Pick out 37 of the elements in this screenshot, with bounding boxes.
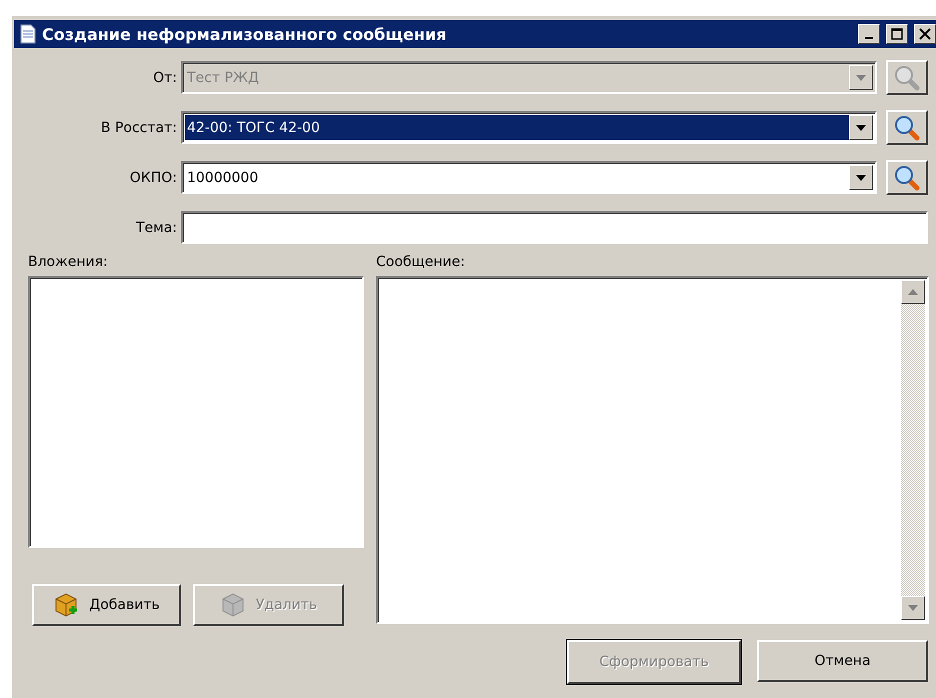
field-label: От: <box>152 70 178 86</box>
field-label: В Росстат: <box>100 120 178 136</box>
document-icon <box>20 24 36 44</box>
scrollbar[interactable] <box>901 280 925 620</box>
maximize-button[interactable] <box>886 24 908 44</box>
magnifier-icon <box>894 164 920 190</box>
search-button[interactable] <box>886 110 928 145</box>
field-label: Тема: <box>134 220 178 236</box>
cancel-button[interactable]: Отмена <box>757 640 928 682</box>
combo-box[interactable]: 10000000 <box>180 161 878 194</box>
maximize-icon <box>891 28 903 40</box>
magnifier-icon <box>894 114 920 140</box>
scroll-up-icon <box>908 289 918 295</box>
minimize-icon <box>865 37 873 39</box>
dropdown-button[interactable] <box>849 115 874 140</box>
field-value: Тест РЖД <box>186 68 260 88</box>
dropdown-button[interactable] <box>849 165 874 190</box>
dropdown-arrow-icon <box>856 124 866 130</box>
dropdown-arrow-icon <box>856 74 866 80</box>
input-field[interactable] <box>181 211 928 244</box>
search-button[interactable] <box>886 160 928 195</box>
dropdown-arrow-icon <box>856 174 866 180</box>
box-add-icon <box>53 592 80 618</box>
window-title: Создание неформализованного сообщения <box>42 24 448 44</box>
field-value: 42-00: ТОГС 42-00 <box>184 115 850 140</box>
field-value: 10000000 <box>186 168 260 188</box>
combo-box[interactable]: 42-00: ТОГС 42-00 <box>180 111 878 144</box>
add-button[interactable]: Добавить <box>32 584 181 626</box>
minimize-button[interactable] <box>858 24 880 44</box>
close-button[interactable] <box>914 24 936 44</box>
attachments-label: Вложения: <box>28 254 109 272</box>
magnifier-icon <box>894 64 920 90</box>
close-icon <box>919 28 931 40</box>
message-label: Сообщение: <box>376 254 466 272</box>
scroll-down-icon <box>908 605 918 611</box>
field-label: ОКПО: <box>128 170 178 186</box>
box-icon <box>220 592 246 618</box>
